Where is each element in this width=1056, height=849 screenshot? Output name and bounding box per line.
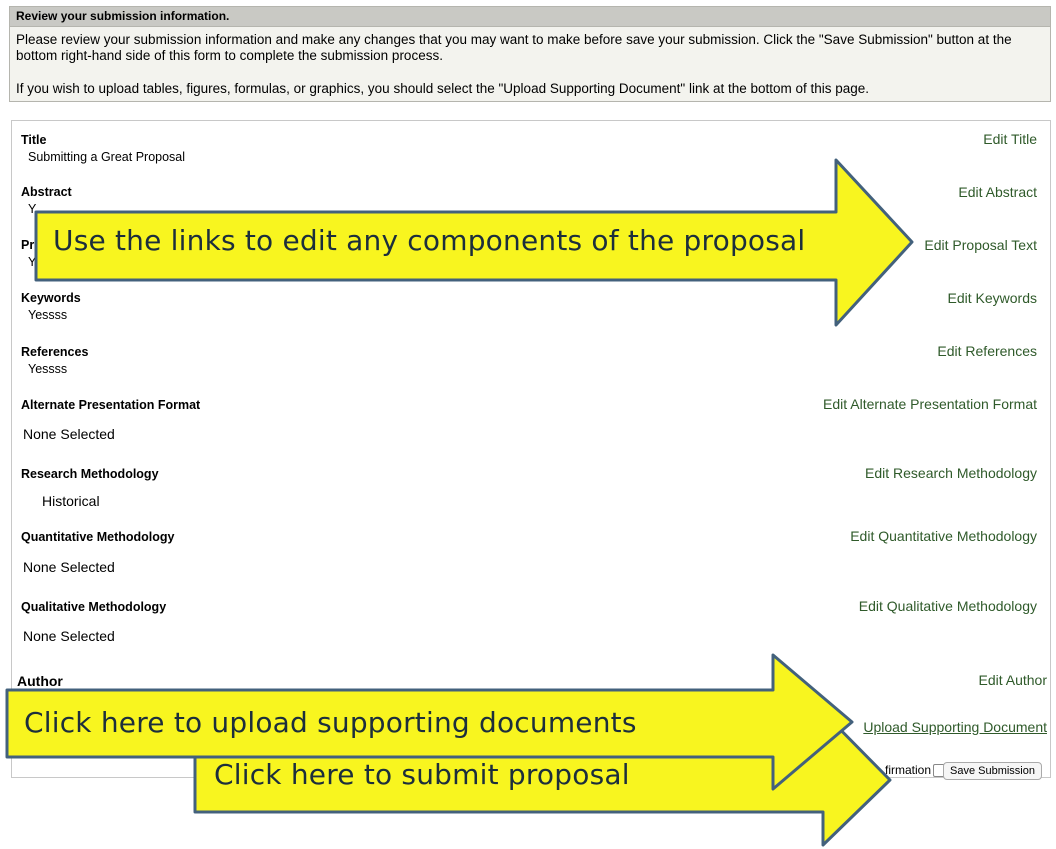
edit-alternate-format-link[interactable]: Edit Alternate Presentation Format xyxy=(823,396,1037,412)
abstract-label: Abstract xyxy=(21,185,72,199)
title-label: Title xyxy=(21,133,47,147)
intro-header: Review your submission information. xyxy=(10,7,1050,27)
author-label: Author xyxy=(17,673,63,689)
edit-abstract-link[interactable]: Edit Abstract xyxy=(958,184,1037,200)
title-value: Submitting a Great Proposal xyxy=(28,150,186,164)
abstract-value: Y xyxy=(28,202,37,216)
quantitative-methodology-value: None Selected xyxy=(23,559,115,575)
edit-proposal-text-link[interactable]: Edit Proposal Text xyxy=(924,237,1037,253)
edit-research-methodology-link[interactable]: Edit Research Methodology xyxy=(865,465,1037,481)
confirmation-checkbox-row[interactable]: firmation xyxy=(885,763,946,777)
qualitative-methodology-label: Qualitative Methodology xyxy=(21,600,167,614)
intro-box: Review your submission information. Plea… xyxy=(9,6,1051,102)
confirmation-label: firmation xyxy=(884,763,931,777)
edit-links-callout-text: Use the links to edit any components of … xyxy=(53,224,806,257)
alternate-format-value: None Selected xyxy=(23,426,115,442)
edit-author-link[interactable]: Edit Author xyxy=(979,672,1048,688)
edit-quantitative-methodology-link[interactable]: Edit Quantitative Methodology xyxy=(850,528,1037,544)
intro-paragraph: Please review your submission informatio… xyxy=(16,32,1012,63)
upload-callout-text: Click here to upload supporting document… xyxy=(24,706,637,739)
alternate-format-label: Alternate Presentation Format xyxy=(21,398,201,412)
edit-qualitative-methodology-link[interactable]: Edit Qualitative Methodology xyxy=(859,598,1037,614)
edit-title-link[interactable]: Edit Title xyxy=(983,131,1037,147)
research-methodology-value: Historical xyxy=(42,493,100,509)
intro-upload-note: If you wish to upload tables, figures, f… xyxy=(16,81,870,96)
references-label: References xyxy=(21,345,89,359)
save-submission-button[interactable]: Save Submission xyxy=(943,762,1042,780)
edit-keywords-link[interactable]: Edit Keywords xyxy=(948,290,1037,306)
qualitative-methodology-value: None Selected xyxy=(23,628,115,644)
submission-review-panel: Title Submitting a Great Proposal Edit T… xyxy=(11,120,1051,780)
edit-references-link[interactable]: Edit References xyxy=(937,343,1037,359)
quantitative-methodology-label: Quantitative Methodology xyxy=(21,530,175,544)
keywords-value: Yessss xyxy=(28,308,68,322)
submit-callout-text: Click here to submit proposal xyxy=(214,758,630,791)
proposal-text-label: Pr xyxy=(21,238,35,252)
references-value: Yessss xyxy=(28,362,68,376)
upload-supporting-document-link[interactable]: Upload Supporting Document xyxy=(863,719,1047,735)
research-methodology-label: Research Methodology xyxy=(21,467,159,481)
proposal-text-value: Y xyxy=(28,255,37,269)
keywords-label: Keywords xyxy=(21,291,81,305)
